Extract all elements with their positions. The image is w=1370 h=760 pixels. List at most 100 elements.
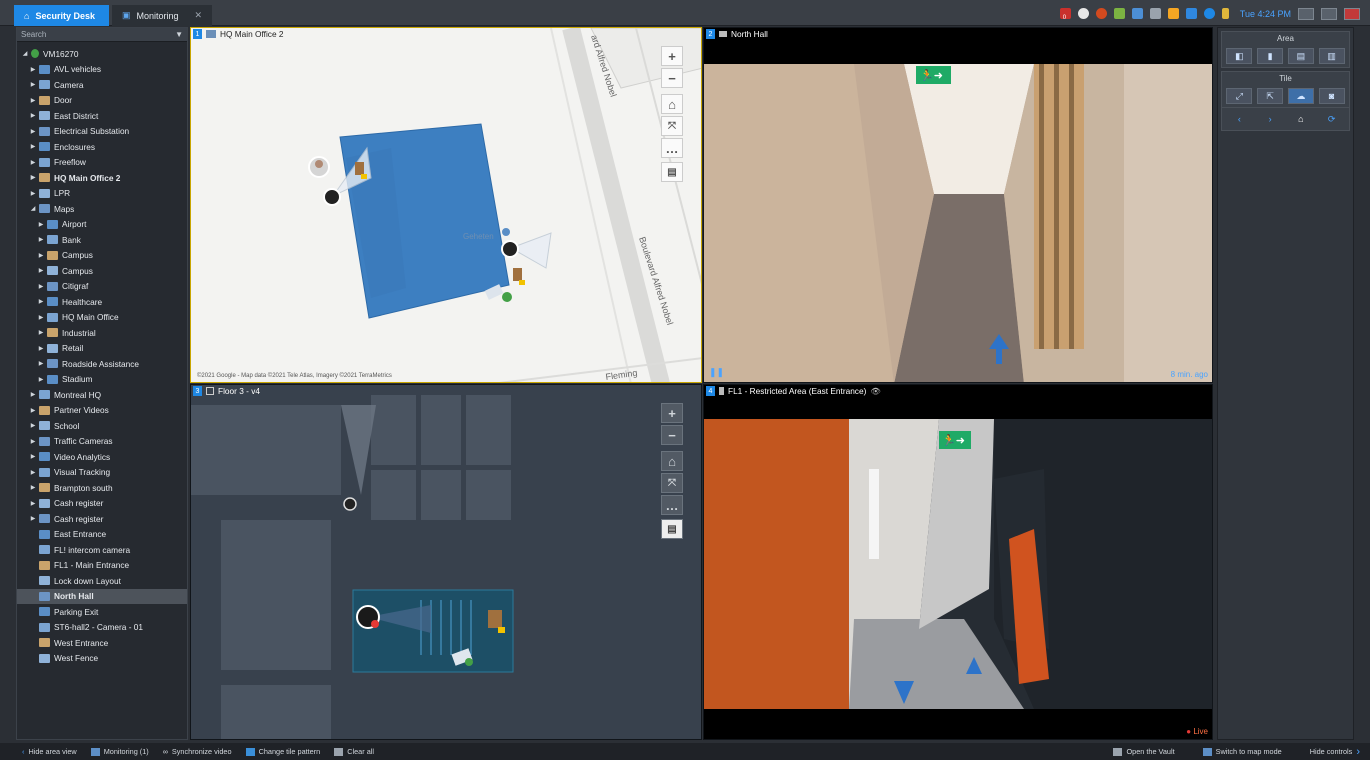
tree-item[interactable]: ▶ Stadium [17, 372, 187, 388]
tree-item[interactable]: ▶ Industrial [17, 325, 187, 341]
home-button[interactable]: ⌂ [1288, 111, 1314, 127]
expand-arrow-icon[interactable]: ▶ [37, 360, 45, 367]
area-action-button[interactable]: ◧ [1226, 48, 1253, 64]
tree-item[interactable]: FL! intercom camera [17, 542, 187, 558]
tile-1-map[interactable]: 1 HQ Main Office 2 Geheten Boulevard Alf… [190, 27, 702, 383]
home-view-button[interactable]: ⌂ [661, 451, 683, 471]
maximize-tile-button[interactable]: ⤢ [1226, 88, 1253, 104]
tree-item[interactable]: ▶ Bank [17, 232, 187, 248]
expand-arrow-icon[interactable]: ▶ [29, 500, 37, 507]
filter-icon[interactable]: ▼ [175, 30, 183, 39]
pause-icon[interactable]: ❚❚ [709, 367, 724, 378]
tree-item[interactable]: ▶ HQ Main Office 2 [17, 170, 187, 186]
hide-area-view-button[interactable]: ‹ Hide area view [22, 747, 77, 756]
threat-level-icon[interactable] [1095, 8, 1107, 19]
expand-arrow-icon[interactable]: ▶ [29, 128, 37, 135]
tree-item[interactable]: East Entrance [17, 527, 187, 543]
tile-2-video[interactable]: 2 North Hall 🏃➜ ❚❚ 8 min. ago [703, 27, 1213, 383]
cloud-button[interactable]: ☁ [1287, 88, 1314, 104]
tree-item[interactable]: ▶ Camera [17, 77, 187, 93]
expand-arrow-icon[interactable]: ▶ [37, 221, 45, 228]
refresh-button[interactable]: ⟳ [1319, 111, 1345, 127]
volume-icon[interactable] [1185, 8, 1197, 19]
expand-arrow-icon[interactable]: ▶ [29, 391, 37, 398]
zoom-in-button[interactable]: + [661, 46, 683, 66]
expand-arrow-icon[interactable]: ▶ [29, 97, 37, 104]
next-button[interactable]: › [1257, 111, 1283, 127]
expand-arrow-icon[interactable]: ▶ [37, 345, 45, 352]
area-door-button[interactable]: ▮ [1257, 48, 1284, 64]
detach-tile-button[interactable]: ⇱ [1257, 88, 1284, 104]
tree-item[interactable]: ▶ Video Analytics [17, 449, 187, 465]
expand-arrow-icon[interactable]: ▶ [37, 267, 45, 274]
fit-view-button[interactable]: ⤧ [661, 473, 683, 493]
expand-arrow-icon[interactable]: ▶ [37, 236, 45, 243]
tree-item[interactable]: ▶ HQ Main Office [17, 310, 187, 326]
more-options-button[interactable]: … [661, 495, 683, 515]
change-tile-pattern-button[interactable]: Change tile pattern [245, 747, 320, 756]
expand-arrow-icon[interactable]: ▶ [29, 453, 37, 460]
layers-button[interactable]: ▤ [661, 519, 683, 539]
home-view-button[interactable]: ⌂ [661, 94, 683, 114]
tree-item[interactable]: ▶ Brampton south [17, 480, 187, 496]
monitoring-button[interactable]: Monitoring (1) [90, 747, 149, 756]
restore-button[interactable] [1321, 7, 1337, 20]
tree-item[interactable]: FL1 - Main Entrance [17, 558, 187, 574]
snapshot-button[interactable]: ◙ [1318, 88, 1345, 104]
expand-arrow-icon[interactable]: ▶ [29, 143, 37, 150]
expand-arrow-icon[interactable]: ▶ [29, 112, 37, 119]
tree-item[interactable]: West Fence [17, 651, 187, 667]
expand-arrow-icon[interactable]: ▶ [29, 422, 37, 429]
synchronize-video-button[interactable]: ∞ Synchronize video [163, 747, 232, 756]
expand-arrow-icon[interactable]: ▶ [29, 469, 37, 476]
door-marker[interactable] [488, 610, 502, 628]
expand-arrow-icon[interactable]: ▶ [29, 438, 37, 445]
camera-marker[interactable] [323, 188, 341, 206]
tree-item[interactable]: Lock down Layout [17, 573, 187, 589]
tree-item[interactable]: North Hall [17, 588, 187, 604]
camera-marker[interactable] [501, 240, 519, 258]
area-save-button[interactable]: ▤ [1287, 48, 1314, 64]
expand-arrow-icon[interactable]: ▶ [37, 252, 45, 259]
tree-item[interactable]: ▶ Citigraf [17, 279, 187, 295]
expand-arrow-icon[interactable]: ▶ [29, 81, 37, 88]
alarm-icon[interactable]: 0 [1059, 8, 1071, 21]
tree-item[interactable]: ▶ Cash register [17, 496, 187, 512]
open-vault-button[interactable]: Open the Vault [1113, 746, 1175, 758]
expand-arrow-icon[interactable]: ▶ [37, 298, 45, 305]
map-canvas[interactable]: Geheten Boulevard Alfred Nobel ard Alfre… [191, 28, 702, 383]
expand-arrow-icon[interactable]: ▶ [37, 376, 45, 383]
tree-item[interactable]: ▶ AVL vehicles [17, 62, 187, 78]
tree-item[interactable]: West Entrance [17, 635, 187, 651]
globe-icon[interactable] [1203, 8, 1215, 19]
tree-item[interactable]: ▶ Healthcare [17, 294, 187, 310]
tree-item[interactable]: ▶ Airport [17, 217, 187, 233]
expand-arrow-icon[interactable]: ▶ [29, 407, 37, 414]
monitor-icon[interactable] [1131, 8, 1143, 19]
expand-arrow-icon[interactable]: ▶ [29, 190, 37, 197]
tab-monitoring[interactable]: ▣ Monitoring ✕ [112, 5, 212, 26]
tree-item[interactable]: ▶ Enclosures [17, 139, 187, 155]
expand-arrow-icon[interactable]: ▶ [37, 283, 45, 290]
floor-plan-canvas[interactable] [191, 385, 702, 740]
tree-item[interactable]: ▶ East District [17, 108, 187, 124]
tree-item[interactable]: ST6-hall2 - Camera - 01 [17, 620, 187, 636]
tree-item[interactable]: ▶ Retail [17, 341, 187, 357]
link-icon[interactable] [1113, 8, 1125, 19]
expand-arrow-icon[interactable]: ▶ [29, 159, 37, 166]
expand-arrow-icon[interactable]: ▶ [37, 329, 45, 336]
zoom-out-button[interactable]: − [661, 68, 683, 88]
expand-arrow-icon[interactable]: ▶ [29, 515, 37, 522]
tree-item[interactable]: ▶ Cash register [17, 511, 187, 527]
tree-item[interactable]: ▶ Montreal HQ [17, 387, 187, 403]
door-marker[interactable] [355, 162, 364, 175]
tree-item[interactable]: Parking Exit [17, 604, 187, 620]
camera-marker[interactable] [343, 497, 357, 511]
fit-view-button[interactable]: ⤧ [661, 116, 683, 136]
hide-controls-button[interactable]: Hide controls › [1310, 746, 1360, 758]
collapse-arrow-icon[interactable]: ◢ [21, 50, 29, 57]
tree-item[interactable]: ◢ Maps [17, 201, 187, 217]
tree-item[interactable]: ▶ Visual Tracking [17, 465, 187, 481]
zoom-out-button[interactable]: − [661, 425, 683, 445]
close-tab-icon[interactable]: ✕ [194, 10, 202, 21]
